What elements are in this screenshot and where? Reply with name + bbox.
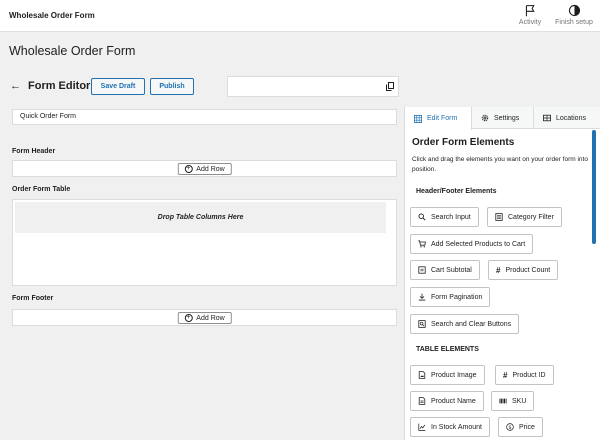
- form-footer-area: + Add Row: [12, 309, 397, 326]
- flag-icon: [525, 5, 535, 17]
- back-arrow-icon[interactable]: ←: [10, 80, 21, 92]
- finish-setup-button[interactable]: Finish setup: [550, 4, 598, 26]
- element-label: Price: [519, 423, 535, 431]
- element-category-filter[interactable]: Category Filter: [487, 207, 562, 227]
- element-label: Product Image: [431, 371, 477, 379]
- receipt-icon: [418, 266, 426, 274]
- copy-shortcode-button[interactable]: [381, 76, 399, 97]
- element-label: SKU: [512, 397, 527, 405]
- order-form-table-area: Drop Table Columns Here: [12, 199, 397, 286]
- tab-label: Edit Form: [427, 115, 458, 122]
- copy-icon: [386, 82, 394, 91]
- element-product-name[interactable]: Product Name: [410, 391, 484, 411]
- element-add-selected-to-cart[interactable]: Add Selected Products to Cart: [410, 234, 534, 254]
- hash-icon: #: [503, 370, 508, 380]
- document-icon: [418, 397, 426, 405]
- list-icon: [495, 213, 503, 221]
- element-search-and-clear-buttons[interactable]: Search and Clear Buttons: [410, 314, 520, 334]
- cart-icon: [418, 240, 426, 248]
- element-cart-subtotal[interactable]: Cart Subtotal: [410, 260, 480, 280]
- activity-label: Activity: [518, 19, 542, 26]
- sidebar-tabs: Edit Form Settings Locations: [405, 107, 600, 130]
- app-title: Wholesale Order Form: [9, 11, 95, 20]
- element-label: In Stock Amount: [431, 423, 482, 431]
- publish-button[interactable]: Publish: [150, 78, 194, 95]
- element-label: Search Input: [431, 213, 471, 221]
- columns-icon: [543, 114, 551, 122]
- table-icon: [414, 114, 422, 123]
- search-icon: [418, 213, 426, 221]
- add-row-label: Add Row: [196, 314, 225, 322]
- element-label: Product ID: [512, 371, 546, 379]
- drop-zone-label: Drop Table Columns Here: [157, 214, 244, 221]
- plus-circle-icon: +: [184, 314, 193, 322]
- element-sku[interactable]: SKU: [491, 391, 535, 411]
- order-form-table-label: Order Form Table: [12, 186, 71, 193]
- element-form-pagination[interactable]: Form Pagination: [410, 287, 491, 307]
- add-row-label: Add Row: [196, 165, 225, 173]
- element-label: Cart Subtotal: [431, 266, 472, 274]
- header-footer-elements-heading: Header/Footer Elements: [416, 188, 497, 195]
- top-bar: Wholesale Order Form Activity Finish set…: [0, 0, 600, 32]
- gear-icon: [481, 114, 489, 122]
- page-title: Wholesale Order Form: [9, 44, 136, 58]
- tab-settings[interactable]: Settings: [472, 107, 534, 129]
- element-product-id[interactable]: # Product ID: [495, 365, 554, 385]
- elements-sidebar: Edit Form Settings Locations Order Form …: [404, 107, 600, 440]
- tab-edit-form[interactable]: Edit Form: [405, 107, 472, 130]
- sidebar-scrollbar[interactable]: [592, 130, 596, 244]
- editor-title: Form Editor: [28, 80, 91, 92]
- hash-icon: #: [496, 265, 501, 275]
- sidebar-description: Click and drag the elements you want on …: [412, 156, 588, 173]
- element-price[interactable]: $ Price: [498, 417, 543, 437]
- element-label: Add Selected Products to Cart: [431, 240, 526, 248]
- activity-button[interactable]: Activity: [514, 4, 546, 26]
- element-label: Category Filter: [508, 213, 554, 221]
- half-circle-icon: [568, 4, 580, 17]
- element-label: Product Count: [505, 266, 551, 274]
- form-header-label: Form Header: [12, 148, 56, 155]
- element-label: Search and Clear Buttons: [431, 320, 512, 328]
- finish-setup-label: Finish setup: [555, 19, 593, 26]
- tab-label: Settings: [494, 114, 520, 122]
- element-label: Form Pagination: [431, 293, 483, 301]
- barcode-icon: [499, 398, 507, 404]
- add-header-row-button[interactable]: + Add Row: [177, 163, 232, 175]
- element-search-input[interactable]: Search Input: [410, 207, 479, 227]
- chart-icon: [418, 423, 426, 431]
- sidebar-title: Order Form Elements: [412, 137, 515, 148]
- plus-circle-icon: +: [184, 165, 193, 173]
- download-icon: [418, 293, 426, 301]
- add-footer-row-button[interactable]: + Add Row: [177, 312, 232, 324]
- tab-label: Locations: [556, 114, 586, 122]
- form-header-area: + Add Row: [12, 160, 397, 177]
- tab-locations[interactable]: Locations: [534, 107, 600, 129]
- image-icon: [418, 371, 426, 379]
- element-product-image[interactable]: Product Image: [410, 365, 485, 385]
- save-draft-button[interactable]: Save Draft: [91, 78, 145, 95]
- element-in-stock-amount[interactable]: In Stock Amount: [410, 417, 490, 437]
- svg-text:$: $: [508, 425, 511, 431]
- shortcode-field[interactable]: [227, 76, 399, 97]
- table-columns-drop-zone[interactable]: Drop Table Columns Here: [15, 202, 386, 233]
- table-elements-heading: TABLE ELEMENTS: [416, 346, 479, 353]
- form-name-input[interactable]: Quick Order Form: [12, 109, 397, 125]
- dollar-icon: $: [506, 423, 514, 431]
- element-label: Product Name: [431, 397, 476, 405]
- form-footer-label: Form Footer: [12, 295, 54, 302]
- element-product-count[interactable]: # Product Count: [488, 260, 559, 280]
- search-clear-icon: [418, 320, 426, 328]
